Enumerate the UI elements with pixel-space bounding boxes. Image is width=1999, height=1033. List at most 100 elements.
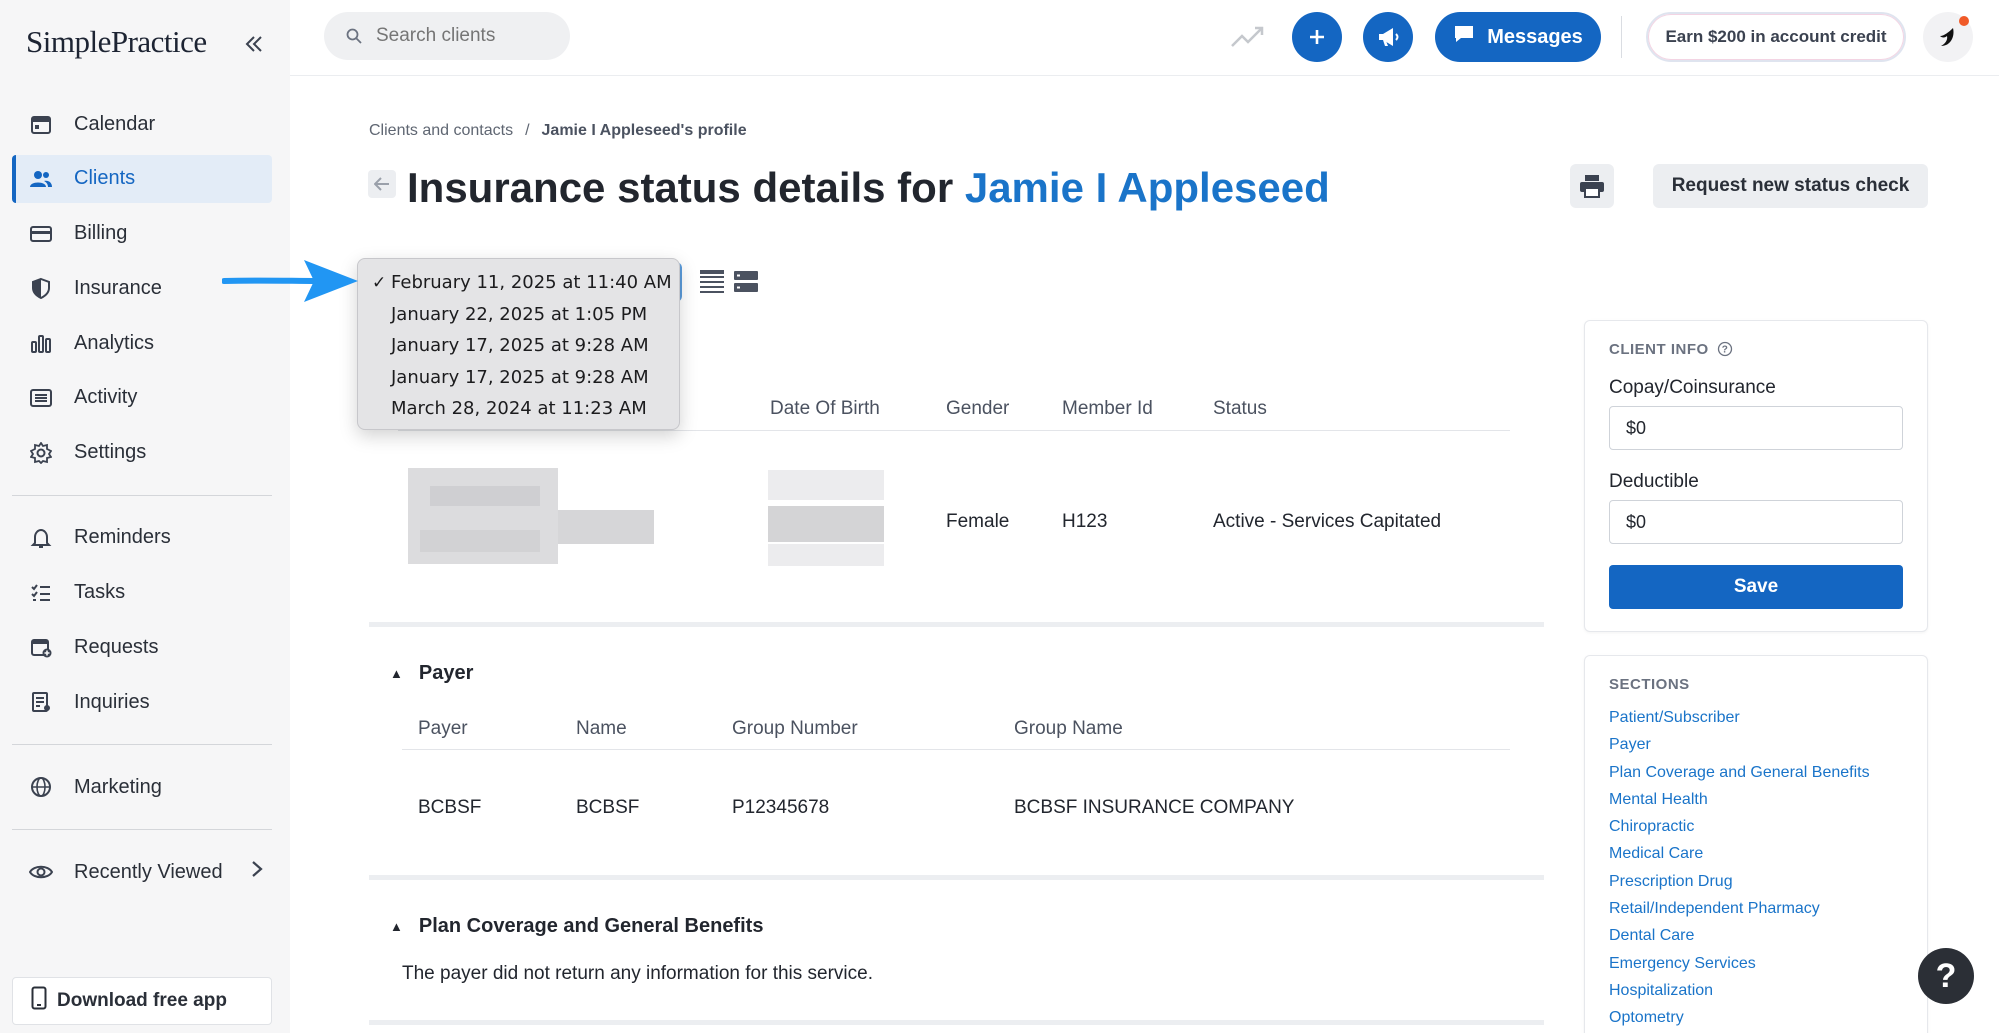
status-date-option[interactable]: January 22, 2025 at 1:05 PM (358, 299, 679, 331)
section-link-retail-pharmacy[interactable]: Retail/Independent Pharmacy (1609, 895, 1870, 922)
section-link-patient-subscriber[interactable]: Patient/Subscriber (1609, 704, 1870, 731)
member-id-value: H123 (1062, 511, 1108, 532)
caret-up-icon: ▲ (390, 666, 403, 681)
trend-icon[interactable] (1230, 22, 1266, 52)
option-label: January 22, 2025 at 1:05 PM (391, 303, 648, 325)
earn-credit-button[interactable]: Earn $200 in account credit (1646, 12, 1906, 62)
column-header-group-number: Group Number (732, 718, 858, 739)
section-divider (369, 1020, 1544, 1025)
nav-divider (12, 744, 272, 746)
table-divider (402, 749, 1510, 750)
deductible-label: Deductible (1609, 471, 1699, 492)
announcements-button[interactable] (1363, 12, 1413, 62)
shield-icon (28, 275, 54, 301)
payer-name-value: BCBSF (576, 797, 640, 818)
column-header-group-name: Group Name (1014, 718, 1123, 739)
sidebar-item-inquiries[interactable]: Inquiries (12, 678, 272, 726)
printer-icon (1580, 175, 1604, 198)
nav-divider (12, 829, 272, 831)
sidebar-item-reminders[interactable]: Reminders (12, 514, 272, 562)
sidebar-item-label: Insurance (74, 276, 162, 299)
annotation-arrow-icon (222, 260, 358, 302)
nav-divider (12, 494, 272, 496)
search-box[interactable] (324, 12, 570, 60)
calendar-icon (28, 111, 54, 137)
sidebar-item-settings[interactable]: Settings (12, 429, 272, 477)
section-link-dental-care[interactable]: Dental Care (1609, 922, 1870, 949)
section-divider (369, 622, 1544, 627)
section-link-hospitalization[interactable]: Hospitalization (1609, 977, 1870, 1004)
status-date-option[interactable]: ✓ February 11, 2025 at 11:40 AM (358, 267, 679, 299)
user-avatar[interactable] (1923, 12, 1973, 62)
option-label: March 28, 2024 at 11:23 AM (391, 398, 647, 420)
sidebar-item-label: Billing (74, 222, 128, 245)
table-divider (398, 430, 1510, 431)
option-label: January 17, 2025 at 9:28 AM (391, 335, 649, 357)
sidebar-item-recently-viewed[interactable]: Recently Viewed (12, 848, 272, 896)
notification-dot (1959, 16, 1969, 26)
print-button[interactable] (1570, 164, 1614, 208)
copay-input[interactable] (1609, 406, 1903, 450)
payer-value: BCBSF (418, 797, 482, 818)
search-input[interactable] (376, 25, 536, 47)
gear-icon (28, 440, 54, 466)
section-link-mental-health[interactable]: Mental Health (1609, 786, 1870, 813)
section-link-plan-coverage[interactable]: Plan Coverage and General Benefits (1609, 759, 1870, 786)
bar-chart-icon (28, 330, 54, 356)
sidebar-item-billing[interactable]: Billing (12, 210, 272, 258)
breadcrumb-link-clients[interactable]: Clients and contacts (369, 122, 513, 139)
section-link-payer[interactable]: Payer (1609, 731, 1870, 758)
app-logo[interactable]: SimplePractice (26, 24, 207, 60)
sidebar-nav: Calendar Clients Billing Insurance Analy… (12, 100, 272, 903)
page-title: Insurance status details for Jamie I App… (407, 164, 1330, 212)
status-date-option[interactable]: January 17, 2025 at 9:28 AM (358, 362, 679, 394)
back-button[interactable] (368, 170, 396, 198)
status-value: Active - Services Capitated (1213, 511, 1442, 532)
sidebar-item-analytics[interactable]: Analytics (12, 319, 272, 367)
copay-label: Copay/Coinsurance (1609, 377, 1776, 398)
save-button[interactable]: Save (1609, 565, 1903, 609)
help-circle-icon[interactable]: ? (1717, 341, 1733, 357)
section-divider (369, 875, 1544, 880)
detailed-view-icon[interactable] (698, 268, 726, 296)
status-date-option[interactable]: March 28, 2024 at 11:23 AM (358, 393, 679, 425)
section-link-medical-care[interactable]: Medical Care (1609, 840, 1870, 867)
globe-icon (28, 774, 54, 800)
section-link-chiropractic[interactable]: Chiropractic (1609, 813, 1870, 840)
sidebar-item-marketing[interactable]: Marketing (12, 763, 272, 811)
sidebar-item-tasks[interactable]: Tasks (12, 569, 272, 617)
section-link-emergency-services[interactable]: Emergency Services (1609, 950, 1870, 977)
help-button[interactable]: ? (1918, 948, 1974, 1004)
sidebar-item-label: Marketing (74, 775, 162, 798)
sections-card: SECTIONS Patient/Subscriber Payer Plan C… (1584, 655, 1928, 1033)
group-name-value: BCBSF INSURANCE COMPANY (1014, 797, 1295, 818)
download-app-label: Download free app (57, 990, 227, 1011)
breadcrumb-current[interactable]: Jamie I Appleseed's profile (542, 122, 747, 139)
plan-coverage-section-toggle[interactable]: ▲ Plan Coverage and General Benefits (390, 915, 763, 938)
checklist-icon (28, 580, 54, 606)
section-link-optometry[interactable]: Optometry (1609, 1004, 1870, 1031)
compact-view-icon[interactable] (732, 268, 760, 296)
sidebar-item-label: Analytics (74, 331, 155, 354)
list-icon (28, 385, 54, 411)
collapse-sidebar-button[interactable] (240, 30, 268, 58)
request-status-check-button[interactable]: Request new status check (1653, 164, 1928, 208)
sidebar-item-clients[interactable]: Clients (12, 154, 272, 203)
sidebar-item-calendar[interactable]: Calendar (12, 100, 272, 148)
messages-button[interactable]: Messages (1435, 12, 1601, 62)
status-date-option[interactable]: January 17, 2025 at 9:28 AM (358, 330, 679, 362)
create-button[interactable] (1292, 12, 1342, 62)
client-name-link[interactable]: Jamie I Appleseed (965, 164, 1330, 211)
section-link-prescription-drug[interactable]: Prescription Drug (1609, 868, 1870, 895)
sidebar-item-requests[interactable]: Requests (12, 623, 272, 671)
plus-icon (1310, 30, 1324, 44)
phone-icon (31, 986, 47, 1016)
sidebar-item-label: Recently Viewed (74, 860, 223, 883)
gender-value: Female (946, 511, 1010, 532)
megaphone-icon (1379, 28, 1399, 46)
deductible-input[interactable] (1609, 500, 1903, 544)
sidebar-item-activity[interactable]: Activity (12, 374, 272, 422)
column-header-payer: Payer (418, 718, 468, 739)
download-app-button[interactable]: Download free app (12, 977, 272, 1025)
payer-section-toggle[interactable]: ▲ Payer (390, 662, 473, 685)
